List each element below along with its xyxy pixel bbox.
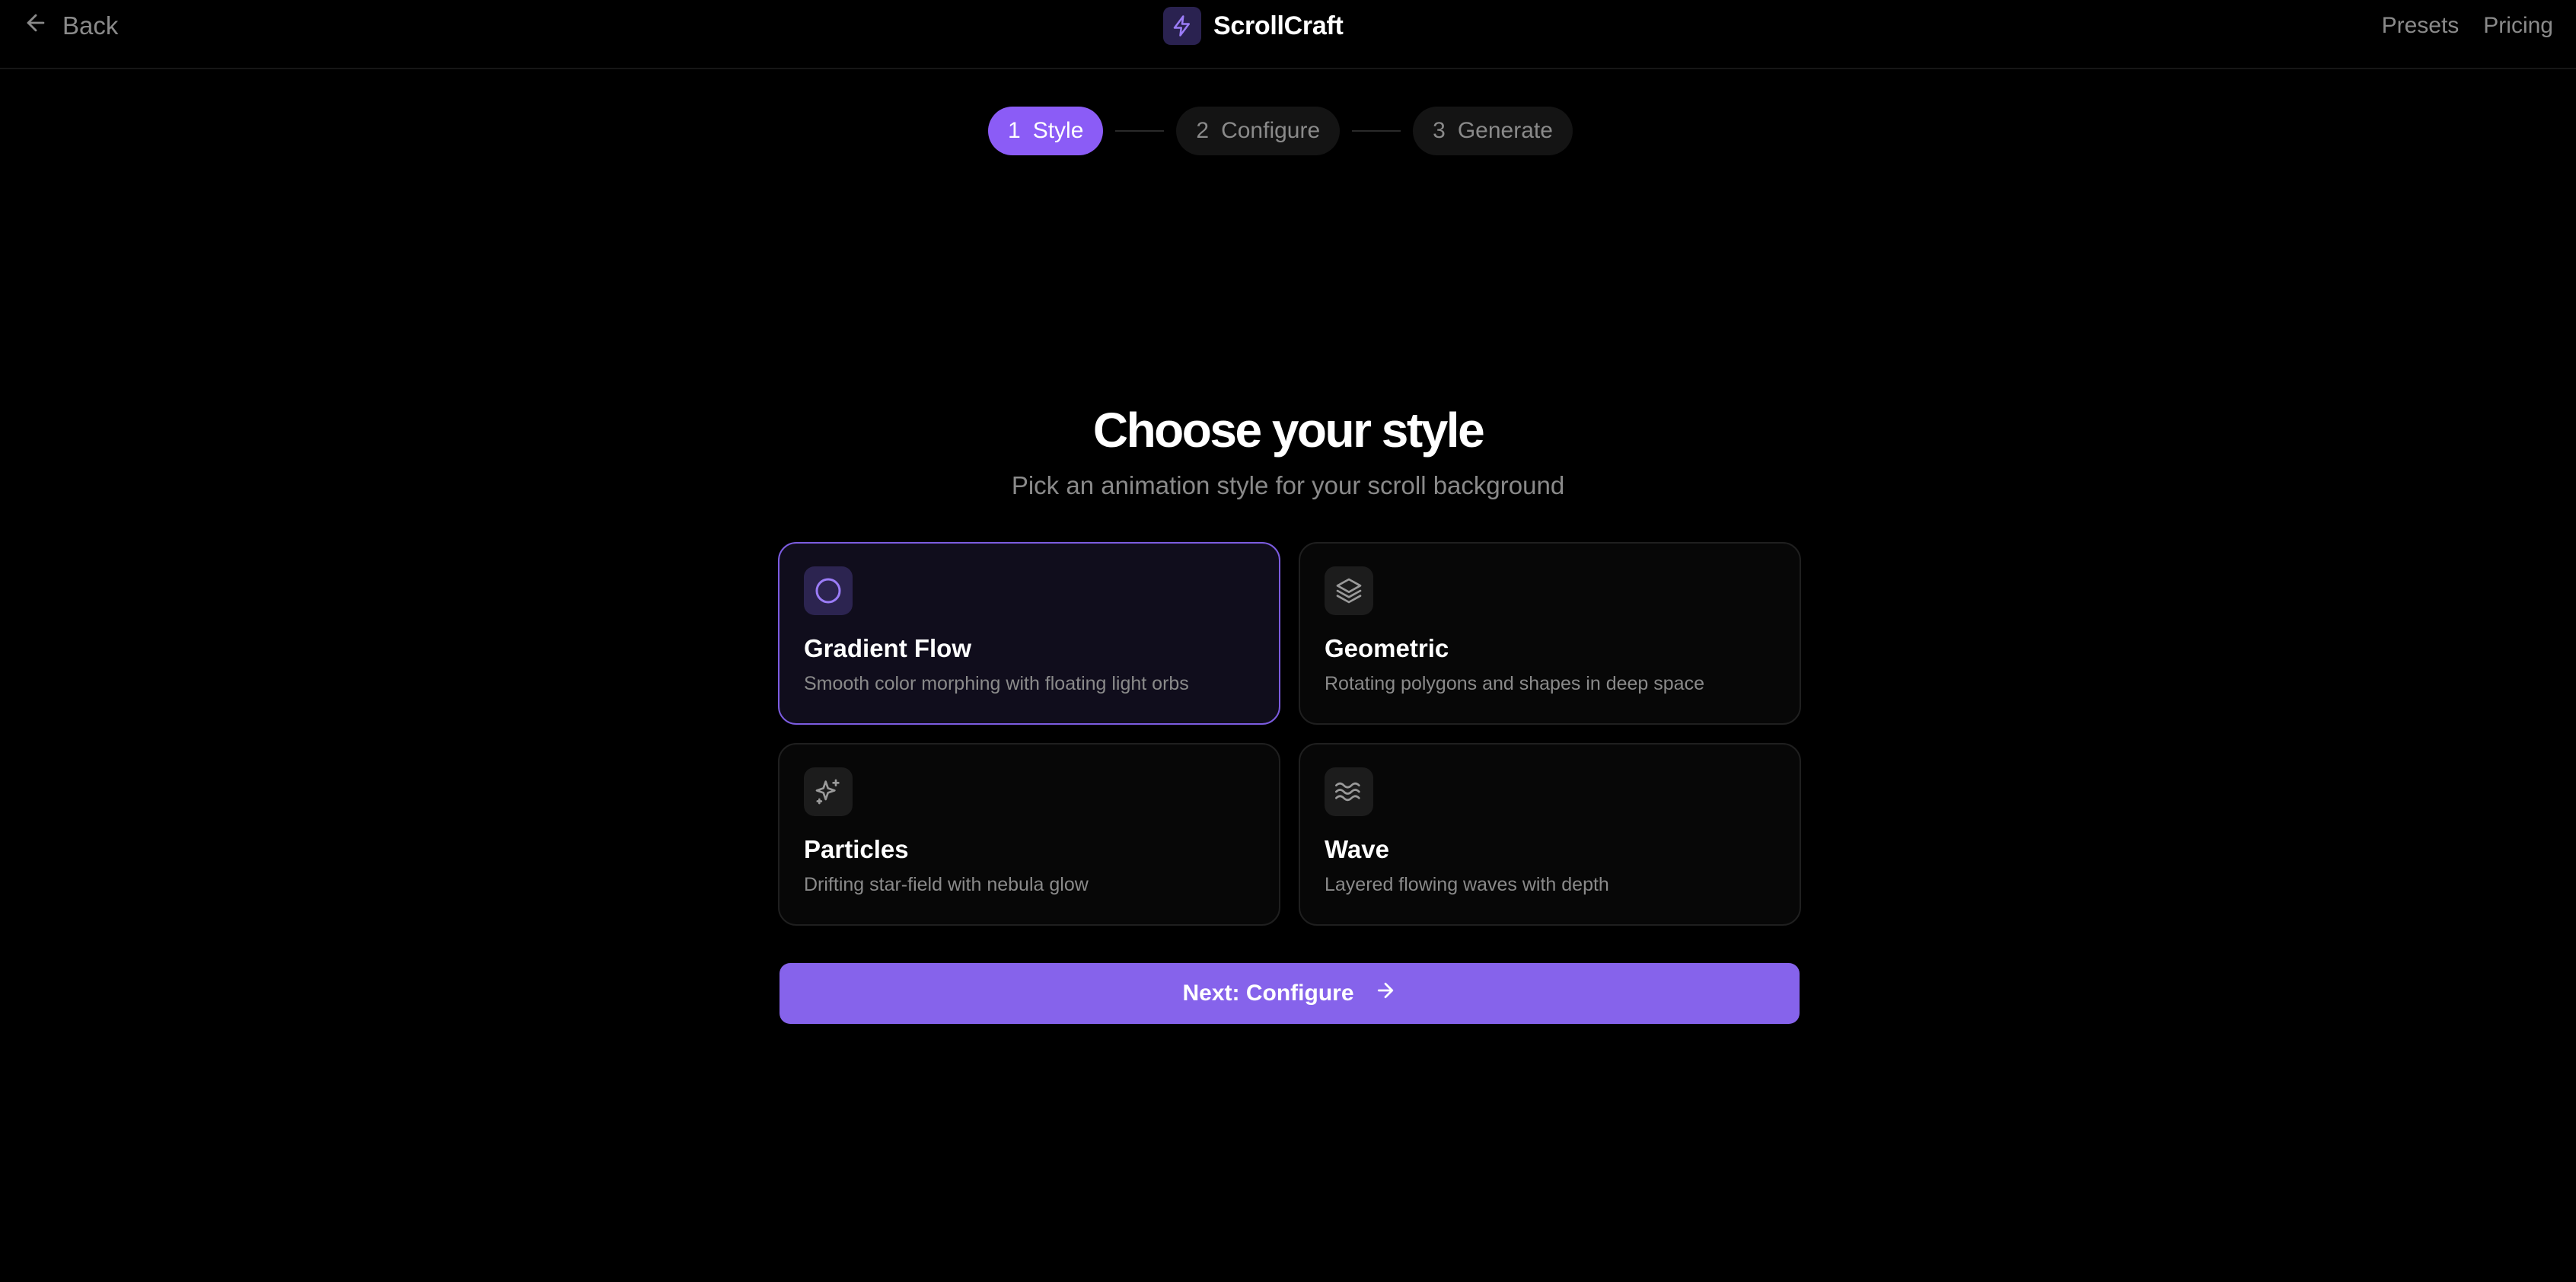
- sparkles-icon: [804, 767, 853, 816]
- step-connector: [1352, 130, 1401, 132]
- waves-icon: [1325, 767, 1373, 816]
- style-card-particles[interactable]: Particles Drifting star-field with nebul…: [778, 743, 1280, 926]
- step-label: Configure: [1221, 118, 1321, 143]
- layers-icon: [1325, 566, 1373, 615]
- page-subtitle: Pick an animation style for your scroll …: [1011, 471, 1565, 499]
- card-title: Gradient Flow: [804, 634, 972, 662]
- card-description: Drifting star-field with nebula glow: [804, 874, 1089, 895]
- card-description: Rotating polygons and shapes in deep spa…: [1325, 673, 1704, 694]
- style-card-gradient-flow[interactable]: Gradient Flow Smooth color morphing with…: [778, 542, 1280, 725]
- step-number: 1: [1008, 118, 1021, 143]
- card-title: Wave: [1325, 835, 1389, 863]
- next-button-label: Next: Configure: [1182, 981, 1354, 1006]
- step-number: 3: [1433, 118, 1446, 143]
- stepper: 1 Style 2 Configure 3 Generate: [988, 107, 1573, 155]
- step-configure[interactable]: 2 Configure: [1176, 107, 1341, 155]
- step-label: Generate: [1457, 118, 1553, 143]
- card-title: Particles: [804, 835, 909, 863]
- back-button[interactable]: Back: [23, 8, 118, 44]
- arrow-right-icon: [1374, 979, 1397, 1008]
- nav-pricing[interactable]: Pricing: [2483, 13, 2553, 39]
- brand[interactable]: ScrollCraft: [1163, 6, 1344, 46]
- top-nav: Presets Pricing: [2382, 8, 2553, 44]
- style-card-wave[interactable]: Wave Layered flowing waves with depth: [1299, 743, 1801, 926]
- top-bar: Back ScrollCraft Presets Pricing: [0, 0, 2576, 69]
- step-label: Style: [1032, 118, 1084, 143]
- nav-presets[interactable]: Presets: [2382, 13, 2460, 39]
- step-generate[interactable]: 3 Generate: [1413, 107, 1573, 155]
- card-title: Geometric: [1325, 634, 1449, 662]
- bolt-icon: [1163, 7, 1201, 45]
- back-label: Back: [62, 11, 119, 40]
- card-description: Layered flowing waves with depth: [1325, 874, 1609, 895]
- page-title: Choose your style: [1092, 403, 1485, 458]
- next-configure-button[interactable]: Next: Configure: [779, 963, 1800, 1024]
- step-connector: [1115, 130, 1165, 132]
- step-style[interactable]: 1 Style: [988, 107, 1104, 155]
- style-grid: Gradient Flow Smooth color morphing with…: [778, 542, 1801, 926]
- card-description: Smooth color morphing with floating ligh…: [804, 673, 1189, 694]
- style-card-geometric[interactable]: Geometric Rotating polygons and shapes i…: [1299, 542, 1801, 725]
- circle-icon: [804, 566, 853, 615]
- step-number: 2: [1196, 118, 1210, 143]
- arrow-left-icon: [23, 10, 49, 42]
- app-name: ScrollCraft: [1213, 11, 1344, 40]
